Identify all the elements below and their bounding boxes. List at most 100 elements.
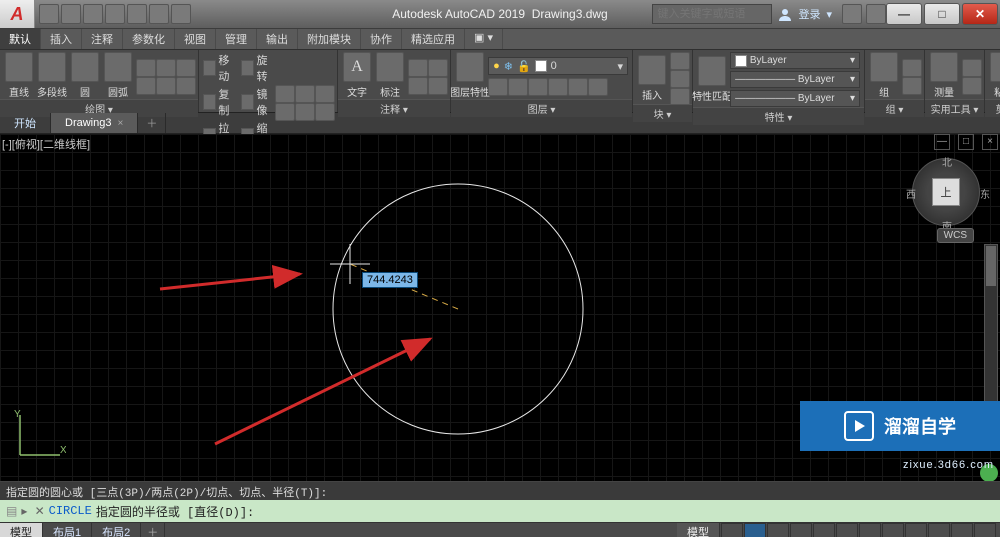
viewcube-top-face[interactable]: 上 [932,178,960,206]
linetype-dropdown[interactable]: —————— ByLayer▾ [730,90,860,107]
sc-icon[interactable] [905,523,927,537]
customize-icon[interactable] [974,523,996,537]
point-icon[interactable] [176,77,196,95]
panel-layer-label[interactable]: 图层 ▾ [451,99,632,117]
polar-icon[interactable] [790,523,812,537]
ellipse-icon[interactable] [156,59,176,77]
doc-min-button[interactable]: — [934,134,950,150]
rotate-icon[interactable] [241,60,254,76]
otrack-icon[interactable] [836,523,858,537]
qat-plot-icon[interactable] [127,4,147,24]
explode-icon[interactable] [295,103,315,121]
tab-collab[interactable]: 协作 [361,29,402,49]
layoff-icon[interactable] [508,78,528,96]
measure-button[interactable]: 测量 [929,52,959,99]
selectall-icon[interactable] [962,59,982,77]
circle-button[interactable]: 圆 [70,52,100,99]
doc-max-button[interactable]: □ [958,134,974,150]
trim-icon[interactable] [275,85,295,103]
spline-icon[interactable] [136,77,156,95]
laylck-icon[interactable] [548,78,568,96]
panel-clip-label[interactable]: 剪贴板 ▾ [985,99,1000,117]
field-icon[interactable] [428,77,448,95]
matchprop-button[interactable]: 特性匹配 [697,56,727,103]
viewport-label[interactable]: [-][俯视][二维线框] [2,136,90,152]
workspace-icon[interactable] [951,523,973,537]
layout-add[interactable]: ＋ [141,523,165,537]
tab-default[interactable]: 默认 [0,29,41,49]
help-icon[interactable] [866,4,886,24]
panel-group-label[interactable]: 组 ▾ [865,99,924,117]
minimize-button[interactable]: — [886,3,922,25]
groupedit-icon[interactable] [902,77,922,95]
panel-prop-label[interactable]: 特性 ▾ [693,107,864,125]
edit-block-icon[interactable] [670,70,690,88]
dynamic-input-value[interactable]: 744.4243 [362,272,418,288]
layulk-icon[interactable] [568,78,588,96]
annoscale-icon[interactable] [928,523,950,537]
command-input[interactable]: ▤ ▸ ✕ CIRCLE 指定圆的半径或 [直径(D)]: [0,500,1000,522]
laymch-icon[interactable] [588,78,608,96]
cmd-expand-icon[interactable]: ▤ [6,504,17,519]
erase-icon[interactable] [315,103,335,121]
layiso-icon[interactable] [488,78,508,96]
layout-1[interactable]: 布局1 [43,523,92,537]
color-dropdown[interactable]: ByLayer▾ [730,52,860,69]
scrollbar-thumb[interactable] [986,246,996,286]
mtext-icon[interactable] [408,77,428,95]
qat-save-icon[interactable] [83,4,103,24]
quickcalc-icon[interactable] [962,77,982,95]
gridmode-icon[interactable] [721,523,743,537]
panel-block-label[interactable]: 块 ▾ [633,104,692,122]
doc-close-button[interactable]: × [982,134,998,150]
exchange-icon[interactable] [842,4,862,24]
layer-dropdown[interactable]: ● ❄ 🔓 0 ▾ [488,57,628,75]
mirror-icon[interactable] [241,94,254,110]
tab-output[interactable]: 输出 [257,29,298,49]
hatch-icon[interactable] [176,59,196,77]
ungroup-icon[interactable] [902,59,922,77]
maximize-button[interactable]: □ [924,3,960,25]
line-button[interactable]: 直线 [4,52,34,99]
wcs-badge[interactable]: WCS [937,228,974,243]
lwt-icon[interactable] [859,523,881,537]
tab-insert[interactable]: 插入 [41,29,82,49]
arc-button[interactable]: 圆弧 [103,52,133,99]
qat-saveas-icon[interactable] [105,4,125,24]
tab-close-icon[interactable]: × [117,118,123,129]
array-icon[interactable] [315,85,335,103]
polyline-button[interactable]: 多段线 [37,52,67,99]
qat-undo-icon[interactable] [149,4,169,24]
snapmode-icon[interactable] [744,523,766,537]
file-tab-start[interactable]: 开始 [0,113,51,133]
file-tab-drawing3[interactable]: Drawing3× [51,113,138,133]
group-button[interactable]: 组 [869,52,899,99]
qat-new-icon[interactable] [39,4,59,24]
leader-icon[interactable] [408,59,428,77]
transparency-icon[interactable] [882,523,904,537]
lineweight-dropdown[interactable]: —————— ByLayer▾ [730,71,860,88]
tab-manage[interactable]: 管理 [216,29,257,49]
status-model-toggle[interactable]: 模型 [677,523,720,537]
ortho-icon[interactable] [767,523,789,537]
text-button[interactable]: A文字 [342,52,372,99]
user-menu[interactable]: 登录 ▾ [778,6,832,22]
xline-icon[interactable] [156,77,176,95]
offset-icon[interactable] [275,103,295,121]
tab-featured[interactable]: 精选应用 [402,29,465,49]
close-button[interactable]: ✕ [962,3,998,25]
layfrz-icon[interactable] [528,78,548,96]
file-tab-new[interactable]: ＋ [138,113,166,133]
layout-2[interactable]: 布局2 [92,523,141,537]
table-icon[interactable] [428,59,448,77]
copy-icon[interactable] [203,94,216,110]
paste-button[interactable]: 粘贴 [989,52,1000,99]
tab-view[interactable]: 视图 [175,29,216,49]
search-input[interactable] [652,4,772,24]
layout-model[interactable]: 模型 [0,523,43,537]
rect-icon[interactable] [136,59,156,77]
dim-button[interactable]: 标注 [375,52,405,99]
insert-block-button[interactable]: 插入 [637,55,667,102]
qat-open-icon[interactable] [61,4,81,24]
create-block-icon[interactable] [670,52,690,70]
